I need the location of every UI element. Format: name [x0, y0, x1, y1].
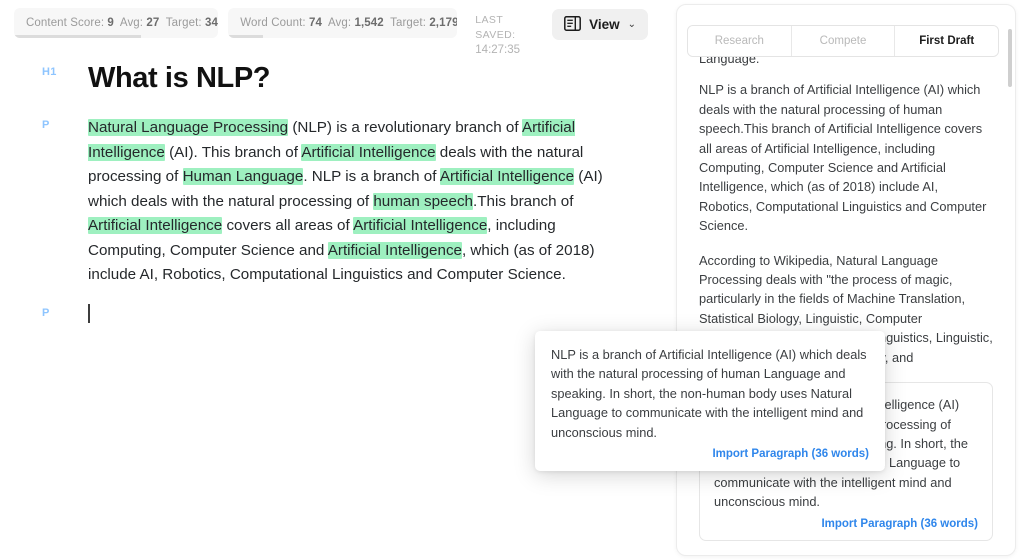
content-score-avg-label: Avg:	[119, 16, 144, 29]
empty-paragraph-block[interactable]: P	[0, 303, 670, 328]
block-tag-p: P	[42, 119, 50, 132]
word-count-metric[interactable]: Word Count: 74 Avg: 1,542 Target: 2,179	[228, 8, 458, 38]
view-button-label: View	[589, 17, 620, 32]
view-button[interactable]: View ⌄	[552, 9, 648, 40]
text-caret	[88, 303, 90, 323]
tab-compete[interactable]: Compete	[791, 26, 896, 56]
word-count-avg: 1,542	[354, 16, 384, 29]
paragraph-run: .This branch of	[473, 192, 574, 210]
word-count-progress-bar	[228, 35, 263, 38]
content-score-label: Content Score:	[26, 16, 105, 29]
side-panel-tabs: Research Compete First Draft	[687, 25, 999, 57]
content-score-value: 9	[107, 16, 114, 29]
content-score-metric[interactable]: Content Score: 9 Avg: 27 Target: 34	[14, 8, 219, 38]
empty-paragraph[interactable]	[88, 303, 608, 328]
content-score-target: 34	[204, 16, 218, 29]
word-count-value: 74	[309, 16, 322, 29]
content-score-avg: 27	[146, 16, 160, 29]
word-count-label: Word Count:	[240, 16, 306, 29]
chevron-down-icon: ⌄	[627, 19, 636, 30]
editor-toolbar: Content Score: 9 Avg: 27 Target: 34 Word…	[0, 0, 670, 56]
side-panel: Research Compete First Draft Language. N…	[676, 4, 1016, 556]
keyword-highlight: Artificial Intelligence	[353, 217, 488, 235]
word-count-avg-label: Avg:	[327, 16, 352, 29]
paragraph-run: (AI). This branch of	[164, 143, 302, 161]
keyword-highlight: Artificial Intelligence	[439, 168, 575, 186]
tab-first-draft[interactable]: First Draft	[895, 26, 998, 56]
tooltip-import-paragraph-link[interactable]: Import Paragraph (36 words)	[551, 448, 869, 460]
content-score-text: Content Score: 9 Avg: 27 Target: 34	[26, 17, 218, 29]
side-bottom-text: Instead of acting as a voice assistant, …	[699, 553, 993, 556]
keyword-highlight: human speech	[373, 192, 473, 210]
word-count-text: Word Count: 74 Avg: 1,542 Target: 2,179	[240, 17, 457, 29]
document-body[interactable]: H1 What is NLP? P Natural Language Proce…	[0, 46, 670, 328]
editor-pane: Content Score: 9 Avg: 27 Target: 34 Word…	[0, 0, 670, 560]
paragraph-run: (NLP) is a revolutionary branch of	[288, 119, 522, 137]
side-panel-scroll-area[interactable]: Language. NLP is a branch of Artificial …	[677, 5, 1015, 555]
side-paragraph-1: NLP is a branch of Artificial Intelligen…	[699, 82, 987, 234]
app-root: Content Score: 9 Avg: 27 Target: 34 Word…	[0, 0, 1024, 560]
content-score-target-label: Target:	[165, 16, 202, 29]
tab-research[interactable]: Research	[688, 26, 792, 56]
keyword-highlight: Human Language	[182, 168, 304, 186]
tooltip-text: NLP is a branch of Artificial Intelligen…	[551, 347, 867, 440]
block-tag-p-empty: P	[42, 306, 50, 319]
paragraph-text: Natural Language Processing (NLP) is a r…	[88, 116, 608, 288]
keyword-highlight: Artificial Intelligence	[88, 217, 223, 235]
side-panel-scrollbar[interactable]	[1008, 29, 1012, 87]
last-saved-label: LAST SAVED:	[475, 14, 516, 42]
keyword-highlight: Artificial Intelligence	[327, 241, 462, 259]
import-paragraph-link[interactable]: Import Paragraph (36 words)	[714, 518, 978, 530]
paragraph-run: . NLP is a branch of	[303, 168, 440, 186]
word-count-target: 2,179	[429, 16, 458, 29]
block-tag-h1: H1	[42, 66, 57, 78]
document-layout-icon	[564, 15, 582, 34]
content-score-progress-bar	[14, 35, 141, 38]
heading-block[interactable]: H1 What is NLP?	[0, 60, 670, 96]
last-saved-time: 14:27:35	[475, 44, 521, 57]
page-title: What is NLP?	[88, 62, 271, 94]
paragraph-run: covers all areas of	[222, 217, 354, 235]
keyword-highlight: Natural Language Processing	[88, 119, 289, 137]
word-count-target-label: Target:	[390, 16, 427, 29]
last-saved-block: LAST SAVED: 14:27:35	[467, 8, 542, 59]
paragraph-block[interactable]: P Natural Language Processing (NLP) is a…	[0, 116, 670, 288]
keyword-highlight: Artificial Intelligence	[301, 143, 436, 161]
paragraph-preview-tooltip[interactable]: NLP is a branch of Artificial Intelligen…	[535, 331, 885, 472]
